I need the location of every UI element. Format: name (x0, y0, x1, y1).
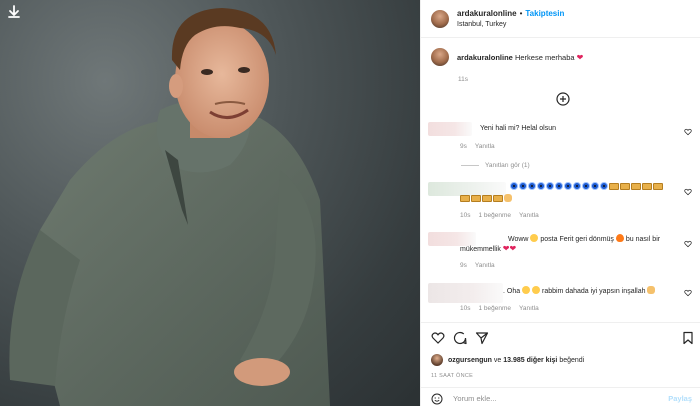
comment-text-line2: mükemmellik (460, 246, 501, 253)
comment-emoji-text-line2 (460, 194, 512, 206)
likes-summary: ozgursengun ve 13.985 diğer kişi beğendi (431, 354, 584, 366)
caption-username[interactable]: ardakuralonline (457, 53, 513, 62)
comment-input[interactable]: Yorum ekle... (453, 394, 497, 403)
comment-text-part1: . Oha (503, 288, 521, 295)
reply-button[interactable]: Yanıtla (475, 262, 495, 269)
evil-eye-emojis (510, 182, 664, 190)
comment-time: 10s (460, 212, 471, 219)
add-comment-bar: Yorum ekle... Paylaş (421, 387, 700, 406)
comment-time: 9s (460, 262, 467, 269)
bookmark-icon[interactable] (681, 331, 695, 345)
like-comment-heart-icon[interactable] (684, 188, 692, 196)
clap-emoji-icon (647, 286, 656, 294)
comment-text-part1: Woww (508, 236, 529, 243)
like-comment-heart-icon[interactable] (684, 289, 692, 297)
comment-icon[interactable] (453, 331, 467, 345)
comment-item: Yeni hali mi? Helal olsun 9s Yanıtla (428, 122, 694, 152)
view-replies-label: Yanıtları gör (1) (485, 162, 530, 169)
comment-item: 10s 1 beğenme Yanıtla (428, 182, 694, 222)
comment-avatar-blurred[interactable] (428, 122, 472, 136)
separator: • (519, 8, 523, 18)
download-icon[interactable] (6, 4, 22, 20)
emoji-picker-icon[interactable] (431, 393, 443, 405)
caption: ardakuralonline Herkese merhaba ❤ 11s (431, 48, 690, 83)
post-actions-area: ozgursengun ve 13.985 diğer kişi beğendi… (421, 322, 700, 404)
load-more-comments-icon[interactable] (556, 92, 570, 106)
comment-text-part2: rabbim dahada iyi yapsın inşallah (541, 288, 646, 295)
post-comment-button[interactable]: Paylaş (668, 394, 692, 403)
comment-avatar-blurred[interactable] (428, 283, 503, 303)
post-header: ardakuralonline • Takiptesin Istanbul, Tur… (421, 0, 700, 38)
fire-emoji-icon (615, 234, 624, 242)
post-photo[interactable] (0, 0, 420, 406)
reply-button[interactable]: Yanıtla (519, 305, 539, 312)
comment-item: . Oha rabbim dahada iyi yapsın inşallah … (428, 283, 694, 317)
comment-time: 10s (460, 305, 471, 312)
liker-username[interactable]: ozgursengun (448, 357, 492, 364)
comment-text: Yeni hali mi? Helal olsun (480, 125, 557, 132)
post-detail-panel: ardakuralonline • Takiptesin Istanbul, Tur… (420, 0, 700, 406)
caption-text: Herkese merhaba (514, 52, 575, 62)
like-comment-heart-icon[interactable] (684, 240, 692, 248)
caption-time: 11s (458, 76, 468, 83)
username-link[interactable]: ardakuralonline (457, 9, 517, 18)
likes-count[interactable]: 13.985 diğer kişi (503, 357, 557, 364)
comment-likes[interactable]: 1 beğenme (478, 305, 511, 312)
person-image (9, 8, 330, 406)
crying-emoji-icon (522, 286, 531, 294)
avatar[interactable] (431, 9, 449, 28)
share-icon[interactable] (475, 331, 489, 345)
crying-emoji-icon (532, 286, 541, 294)
reply-button[interactable]: Yanıtla (519, 212, 539, 219)
comment-likes[interactable]: 1 beğenme (478, 212, 511, 219)
heart-eyes-emoji-icon (530, 234, 539, 242)
view-replies-button[interactable]: Yanıtları gör (1) (461, 162, 530, 169)
red-heart-icon: ❤❤ (502, 244, 517, 253)
likes-suffix: beğendi (559, 356, 585, 364)
replies-divider (461, 165, 479, 166)
like-comment-heart-icon[interactable] (684, 128, 692, 136)
caption-avatar[interactable] (431, 48, 449, 66)
red-heart-icon: ❤ (576, 52, 584, 62)
liker-avatar[interactable] (431, 354, 443, 366)
comment-time: 9s (460, 143, 467, 150)
post-time-ago: 11 SAAT ÖNCE (431, 373, 474, 379)
reply-button[interactable]: Yanıtla (475, 143, 495, 150)
heart-icon[interactable] (431, 331, 445, 345)
following-button[interactable]: Takiptesin (525, 9, 564, 18)
comment-item: Woww posta Ferit geri dönmüş bu nasıl bi… (428, 232, 694, 272)
comment-emoji-text (510, 182, 664, 194)
comment-text-part2: posta Ferit geri dönmüş (540, 236, 614, 243)
comment-text-part3: bu nasıl bir (625, 236, 661, 243)
likes-connector: ve (493, 356, 502, 364)
location-link[interactable]: Istanbul, Turkey (457, 19, 564, 30)
